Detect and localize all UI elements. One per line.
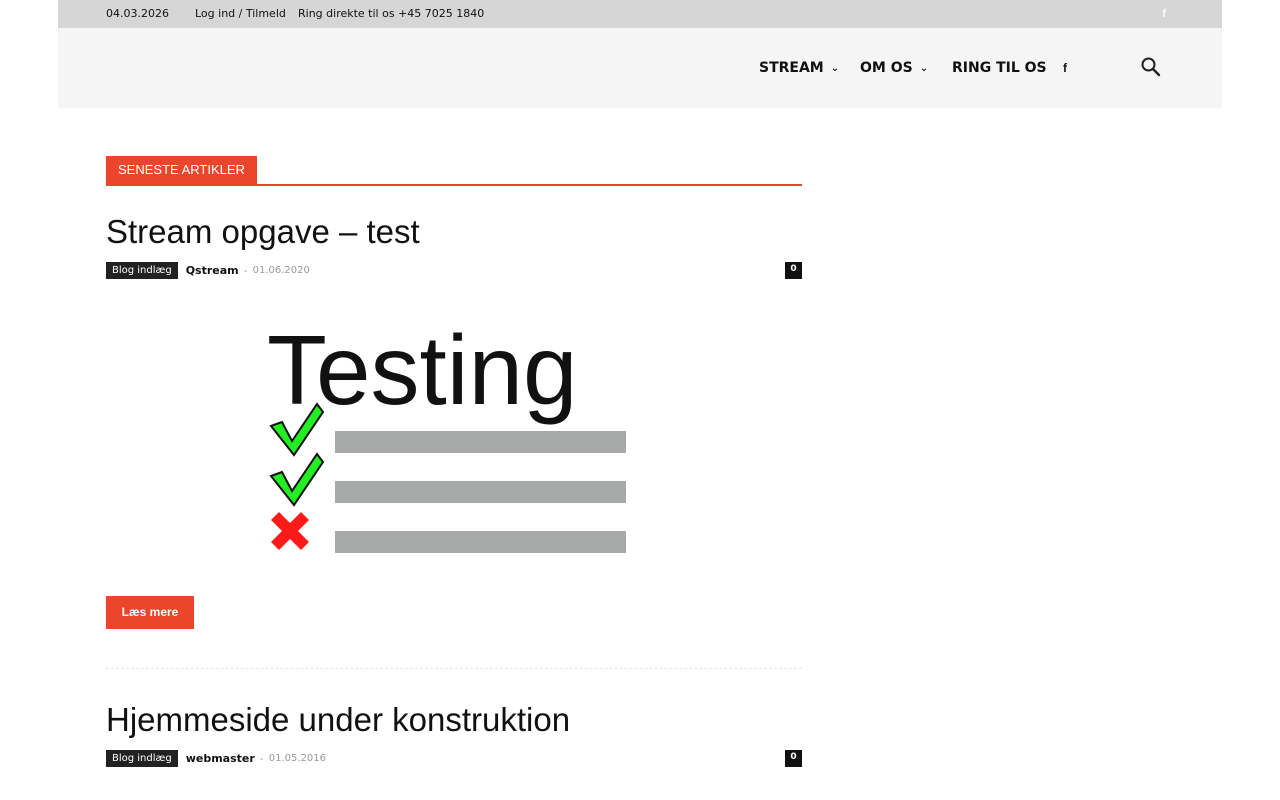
list-line	[335, 431, 626, 453]
author-link[interactable]: Qstream	[186, 264, 239, 277]
article-meta: Blog indlæg Qstream - 01.06.2020	[106, 262, 310, 279]
header: STREAM ⌄ OM OS ⌄ RING TIL OS f	[58, 28, 1222, 108]
login-register-link[interactable]: Log ind / Tilmeld	[195, 0, 286, 28]
article-title[interactable]: Stream opgave – test	[106, 213, 420, 251]
cross-icon	[271, 512, 309, 550]
nav-item-om-os-label: OM OS	[860, 60, 913, 76]
meta-separator: -	[243, 264, 248, 277]
block-title-bar: SENESTE ARTIKLER	[106, 156, 802, 186]
check-icon	[269, 452, 325, 507]
nav-item-stream-label: STREAM	[759, 60, 824, 76]
article-divider	[106, 668, 802, 669]
meta-separator: -	[259, 752, 264, 765]
top-bar-date: 04.03.2026	[106, 7, 169, 20]
chevron-down-icon: ⌄	[830, 63, 840, 74]
phone-text: Ring direkte til os +45 7025 1840	[298, 7, 485, 20]
chevron-down-icon: ⌄	[919, 63, 929, 74]
category-badge[interactable]: Blog indlæg	[106, 750, 178, 767]
nav-item-ring-til-os[interactable]: RING TIL OS	[952, 28, 1047, 108]
article-meta: Blog indlæg webmaster - 01.05.2016	[106, 750, 326, 767]
article-thumbnail[interactable]: Testing	[265, 300, 635, 570]
nav-item-om-os[interactable]: OM OS ⌄	[860, 28, 928, 108]
search-icon[interactable]	[1140, 56, 1162, 78]
nav-item-ring-til-os-label: RING TIL OS	[952, 60, 1047, 76]
author-link[interactable]: webmaster	[186, 752, 255, 765]
read-more-button[interactable]: Læs mere	[106, 596, 194, 629]
article-title[interactable]: Hjemmeside under konstruktion	[106, 701, 570, 739]
category-badge[interactable]: Blog indlæg	[106, 262, 178, 279]
list-line	[335, 531, 626, 553]
block-title: SENESTE ARTIKLER	[106, 156, 257, 184]
nav-item-stream[interactable]: STREAM ⌄	[759, 28, 839, 108]
article-date: 01.06.2020	[252, 265, 310, 276]
list-line	[335, 481, 626, 503]
article-date: 01.05.2016	[268, 753, 327, 764]
comment-count[interactable]: 0	[785, 750, 802, 767]
facebook-icon[interactable]: f	[1162, 0, 1166, 28]
top-bar: 04.03.2026 Log ind / Tilmeld Ring direkt…	[58, 0, 1222, 28]
facebook-icon[interactable]: f	[1063, 28, 1067, 108]
comment-count[interactable]: 0	[785, 262, 802, 279]
